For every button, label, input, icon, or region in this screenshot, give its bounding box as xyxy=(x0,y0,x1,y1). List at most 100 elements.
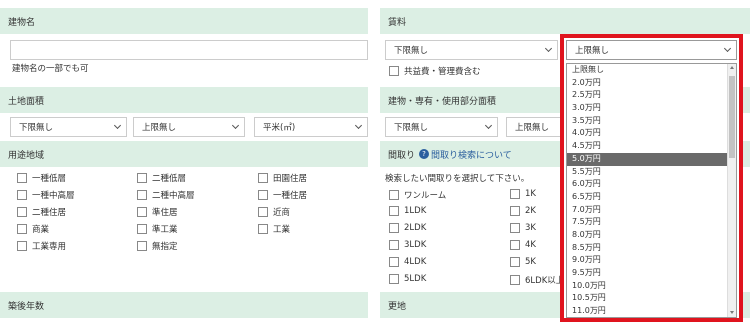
dropdown-option[interactable]: 上限無し xyxy=(567,64,736,77)
land-area-unit-select[interactable]: 平米(㎡) xyxy=(254,117,368,137)
zoning-option[interactable]: 二種中高層 xyxy=(137,189,195,201)
checkbox-box[interactable] xyxy=(137,224,147,234)
checkbox-box[interactable] xyxy=(510,240,520,250)
checkbox-box[interactable] xyxy=(17,190,27,200)
layout-option[interactable]: 2LDK xyxy=(389,223,426,233)
chevron-down-icon xyxy=(231,121,240,130)
checkbox-box[interactable] xyxy=(17,241,27,251)
zoning-option-label: 一種住居 xyxy=(273,191,308,201)
layout-option-label: 1LDK xyxy=(404,206,427,216)
layout-option[interactable]: 1K xyxy=(510,189,536,199)
address-header-label: 更地 xyxy=(388,301,407,312)
layout-option[interactable]: 3K xyxy=(510,223,536,233)
layout-help-link[interactable]: 間取り検索について xyxy=(431,148,512,161)
rent-lower-select[interactable]: 下限無し xyxy=(385,40,558,60)
checkbox-box[interactable] xyxy=(389,223,399,233)
checkbox-box[interactable] xyxy=(510,223,520,233)
zoning-option[interactable]: 田園住居 xyxy=(258,172,307,184)
zoning-option[interactable]: 一種中高層 xyxy=(17,189,75,201)
zoning-option[interactable]: 二種低層 xyxy=(137,172,186,184)
checkbox-box[interactable] xyxy=(389,274,399,284)
scroll-up-icon[interactable] xyxy=(730,66,734,69)
dropdown-option[interactable]: 7.0万円 xyxy=(567,204,736,217)
zoning-option[interactable]: 近商 xyxy=(258,206,290,218)
layout-option-label: 3LDK xyxy=(404,240,427,250)
checkbox-box[interactable] xyxy=(510,257,520,267)
common-fee-checkbox[interactable]: 共益費・管理費含む xyxy=(389,65,481,77)
checkbox-box[interactable] xyxy=(389,257,399,267)
building-area-upper-select[interactable]: 上限無し xyxy=(506,117,566,137)
checkbox-box[interactable] xyxy=(510,206,520,216)
checkbox-box[interactable] xyxy=(17,173,27,183)
rent-upper-select[interactable]: 上限無し xyxy=(566,40,737,60)
land-area-lower-select[interactable]: 下限無し xyxy=(10,117,127,137)
rent-upper-dropdown[interactable]: 上限無し 上限無し 2.0万円 2.5万円 3.0万円 3.5万円 4.0万円 4.5万円 5… xyxy=(560,34,743,322)
dropdown-option[interactable]: 3.5万円 xyxy=(567,115,736,128)
dropdown-option[interactable]: 4.5万円 xyxy=(567,140,736,153)
dropdown-option[interactable]: 8.5万円 xyxy=(567,242,736,255)
scrollbar-thumb[interactable] xyxy=(729,76,735,158)
scroll-down-icon[interactable] xyxy=(730,311,734,314)
dropdown-option[interactable]: 5.5万円 xyxy=(567,166,736,179)
layout-option[interactable]: 5LDK xyxy=(389,274,426,284)
dropdown-option[interactable]: 9.5万円 xyxy=(567,267,736,280)
dropdown-option[interactable]: 6.0万円 xyxy=(567,178,736,191)
checkbox-box[interactable] xyxy=(258,224,268,234)
zoning-option[interactable]: 一種住居 xyxy=(258,189,307,201)
dropdown-option[interactable]: 7.5万円 xyxy=(567,216,736,229)
checkbox-box[interactable] xyxy=(389,66,399,76)
dropdown-option[interactable]: 2.0万円 xyxy=(567,77,736,90)
checkbox-box[interactable] xyxy=(258,207,268,217)
checkbox-box[interactable] xyxy=(17,224,27,234)
dropdown-option[interactable]: 9.0万円 xyxy=(567,254,736,267)
scrollbar[interactable] xyxy=(727,64,736,317)
building-area-lower-select[interactable]: 下限無し xyxy=(385,117,498,137)
dropdown-option[interactable]: 6.5万円 xyxy=(567,191,736,204)
zoning-option[interactable]: 無指定 xyxy=(137,240,178,252)
zoning-option[interactable]: 準住居 xyxy=(137,206,178,218)
layout-option[interactable]: 4K xyxy=(510,240,536,250)
checkbox-box[interactable] xyxy=(510,275,520,285)
zoning-option[interactable]: 商業 xyxy=(17,223,49,235)
checkbox-box[interactable] xyxy=(258,190,268,200)
building-age-header-label: 築後年数 xyxy=(8,301,45,312)
dropdown-option[interactable]: 3.0万円 xyxy=(567,102,736,115)
chevron-down-icon xyxy=(354,121,363,130)
layout-option[interactable]: 4LDK xyxy=(389,257,426,267)
checkbox-box[interactable] xyxy=(17,207,27,217)
checkbox-box[interactable] xyxy=(137,190,147,200)
land-area-upper-select[interactable]: 上限無し xyxy=(133,117,245,137)
layout-option[interactable]: 5K xyxy=(510,257,536,267)
checkbox-box[interactable] xyxy=(389,240,399,250)
checkbox-box[interactable] xyxy=(137,241,147,251)
checkbox-box[interactable] xyxy=(510,189,520,199)
layout-option[interactable]: 1LDK xyxy=(389,206,426,216)
checkbox-box[interactable] xyxy=(389,206,399,216)
dropdown-option[interactable]: 2.5万円 xyxy=(567,89,736,102)
help-icon[interactable]: ? xyxy=(419,149,430,159)
dropdown-option[interactable]: 10.5万円 xyxy=(567,292,736,305)
land-area-header-label: 土地面積 xyxy=(8,96,45,107)
dropdown-option[interactable]: 8.0万円 xyxy=(567,229,736,242)
zoning-option[interactable]: 工業 xyxy=(258,223,290,235)
layout-option[interactable]: ワンルーム xyxy=(389,189,446,201)
layout-option[interactable]: 6LDK以上 xyxy=(510,274,564,286)
checkbox-box[interactable] xyxy=(389,190,399,200)
dropdown-option[interactable]: 11.0万円 xyxy=(567,305,736,317)
dropdown-option[interactable]: 5.0万円 xyxy=(567,152,736,166)
dropdown-option[interactable]: 4.0万円 xyxy=(567,127,736,140)
zoning-option[interactable]: 一種低層 xyxy=(17,172,66,184)
chevron-down-icon xyxy=(113,121,122,130)
layout-option-label: 6LDK以上 xyxy=(525,276,565,286)
checkbox-box[interactable] xyxy=(258,173,268,183)
checkbox-box[interactable] xyxy=(137,173,147,183)
rent-upper-options[interactable]: 上限無し 2.0万円 2.5万円 3.0万円 3.5万円 4.0万円 4.5万円 5.0万円 5… xyxy=(566,63,737,318)
dropdown-option[interactable]: 10.0万円 xyxy=(567,280,736,293)
building-name-input[interactable] xyxy=(10,40,368,60)
zoning-option[interactable]: 工業専用 xyxy=(17,240,66,252)
layout-option[interactable]: 2K xyxy=(510,206,536,216)
checkbox-box[interactable] xyxy=(137,207,147,217)
zoning-option[interactable]: 準工業 xyxy=(137,223,178,235)
zoning-option[interactable]: 二種住居 xyxy=(17,206,66,218)
layout-option[interactable]: 3LDK xyxy=(389,240,426,250)
